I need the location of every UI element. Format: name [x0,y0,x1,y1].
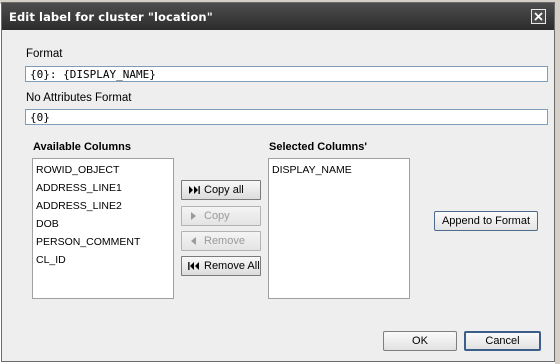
edit-label-dialog: Edit label for cluster "location" Format… [1,2,555,362]
available-columns-list[interactable]: ROWID_OBJECT ADDRESS_LINE1 ADDRESS_LINE2… [32,158,174,299]
close-icon [534,12,543,21]
selected-columns-list[interactable]: DISPLAY_NAME [268,158,410,299]
append-to-format-button[interactable]: Append to Format [434,211,538,231]
cancel-button[interactable]: Cancel [464,331,541,351]
ok-button[interactable]: OK [383,331,457,351]
remove-button[interactable]: Remove [181,231,261,251]
copy-label: Copy [204,210,230,222]
copy-all-label: Copy all [204,184,244,196]
arrow-right-icon [191,212,196,220]
list-item[interactable]: ROWID_OBJECT [33,162,173,180]
copy-all-button[interactable]: Copy all [181,180,261,200]
remove-label: Remove [204,235,245,247]
list-item[interactable]: ADDRESS_LINE2 [33,198,173,216]
close-button[interactable] [531,9,546,24]
list-item[interactable]: PERSON_COMMENT [33,234,173,252]
list-item[interactable]: CL_ID [33,252,173,270]
list-item[interactable]: DOB [33,216,173,234]
list-item[interactable]: ADDRESS_LINE1 [33,180,173,198]
dialog-title: Edit label for cluster "location" [9,10,213,24]
list-item[interactable]: DISPLAY_NAME [269,162,409,180]
selected-columns-heading: Selected Columns' [269,141,367,153]
copy-button[interactable]: Copy [181,206,261,226]
remove-all-label: Remove All [204,260,260,272]
no-attributes-format-input[interactable] [25,109,548,125]
dialog-titlebar[interactable]: Edit label for cluster "location" [2,3,554,30]
format-label: Format [26,48,63,60]
remove-all-button[interactable]: Remove All [181,256,261,276]
double-arrow-left-icon [188,262,199,270]
available-columns-heading: Available Columns [33,141,132,153]
double-arrow-right-icon [189,186,200,194]
format-input[interactable] [25,66,548,82]
arrow-left-icon [191,237,196,245]
background-strip-right [555,0,560,364]
no-attributes-format-label: No Attributes Format [26,92,132,104]
